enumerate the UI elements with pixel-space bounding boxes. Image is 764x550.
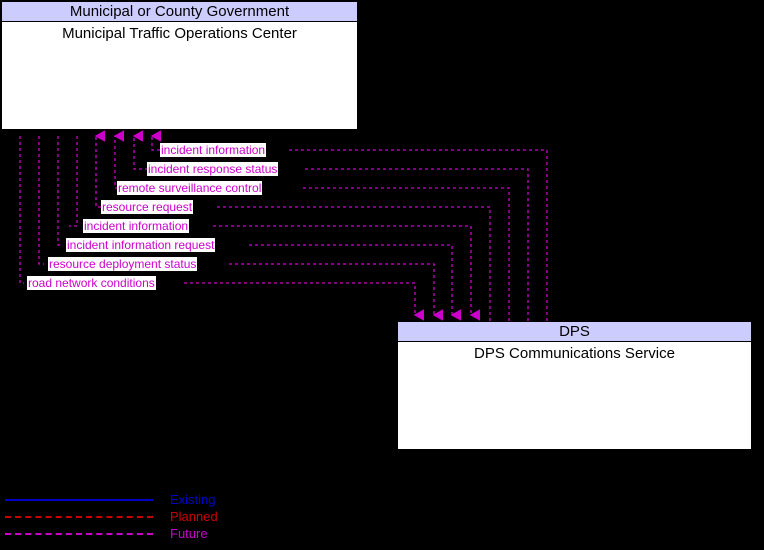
connector-flow-5b bbox=[213, 225, 481, 321]
connector-flow-5 bbox=[69, 136, 78, 227]
legend-line-future bbox=[5, 533, 153, 535]
entity-stakeholder-dps: DPS bbox=[398, 322, 751, 342]
flow-label-incident-information-request[interactable]: incident information request bbox=[66, 238, 216, 252]
flow-label-resource-request[interactable]: resource request bbox=[101, 200, 194, 214]
connector-flow-3 bbox=[303, 187, 510, 321]
connector-flow-2 bbox=[305, 168, 529, 321]
connector-flow-8 bbox=[19, 136, 24, 284]
entity-stakeholder-mtoc: Municipal or County Government bbox=[2, 2, 357, 22]
legend-line-existing bbox=[5, 499, 153, 501]
flow-label-road-network-conditions[interactable]: road network conditions bbox=[27, 276, 156, 290]
legend-item-existing: Existing bbox=[0, 491, 280, 509]
connector-flow-1b bbox=[150, 130, 162, 151]
entity-name-mtoc: Municipal Traffic Operations Center bbox=[62, 25, 297, 42]
entity-name-dps: DPS Communications Service bbox=[474, 345, 675, 362]
connector-flow-8b bbox=[184, 282, 425, 321]
connector-flow-4 bbox=[216, 206, 491, 321]
legend-label-existing: Existing bbox=[170, 492, 216, 507]
connector-flow-7 bbox=[38, 136, 44, 265]
connector-flow-2b bbox=[132, 130, 148, 170]
connector-flow-1 bbox=[289, 149, 548, 321]
legend: Existing Planned Future bbox=[0, 488, 280, 544]
legend-item-future: Future bbox=[0, 525, 280, 543]
legend-label-planned: Planned bbox=[170, 509, 218, 524]
connector-flow-7b bbox=[229, 263, 444, 321]
connector-flow-4b bbox=[94, 130, 106, 208]
connector-flow-6b bbox=[249, 244, 462, 321]
legend-item-planned: Planned bbox=[0, 508, 280, 526]
legend-line-planned bbox=[5, 516, 153, 518]
flow-label-incident-information-1[interactable]: incident information bbox=[160, 143, 267, 157]
legend-label-future: Future bbox=[170, 526, 208, 541]
connector-flow-6 bbox=[57, 136, 62, 246]
entity-box-dps[interactable]: DPS DPS Communications Service bbox=[397, 321, 752, 450]
flow-label-incident-information-2[interactable]: incident information bbox=[83, 219, 190, 233]
flow-label-incident-response-status[interactable]: incident response status bbox=[147, 162, 279, 176]
flow-label-remote-surveillance-control[interactable]: remote surveillance control bbox=[117, 181, 263, 195]
flow-label-resource-deployment-status[interactable]: resource deployment status bbox=[48, 257, 198, 271]
entity-box-mtoc[interactable]: Municipal or County Government Municipal… bbox=[1, 1, 358, 130]
